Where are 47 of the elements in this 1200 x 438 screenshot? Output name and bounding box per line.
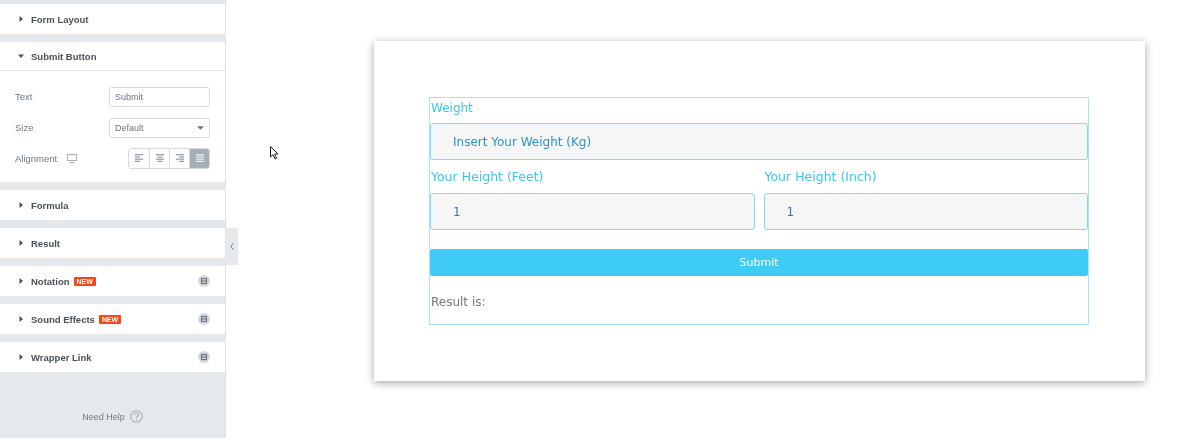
align-icon xyxy=(174,154,185,163)
text-field[interactable]: Submit xyxy=(109,86,210,107)
caret-icon xyxy=(18,16,24,22)
weight-input[interactable]: Insert Your Weight (Kg) xyxy=(430,123,1088,160)
desktop-icon[interactable] xyxy=(67,154,78,163)
field-label: Your Height (Inch) xyxy=(764,168,878,186)
section-header[interactable]: Formula xyxy=(0,190,225,220)
alignment-control[interactable] xyxy=(128,148,210,169)
section-header[interactable]: Result xyxy=(0,228,225,258)
pro-icon xyxy=(198,275,210,287)
section-title: Formula xyxy=(31,199,69,211)
size-select[interactable]: Default xyxy=(109,117,210,138)
result-text: Result is: xyxy=(431,295,487,309)
cursor-icon xyxy=(270,146,279,160)
section-title: Result xyxy=(31,237,61,249)
caret-icon xyxy=(18,316,24,322)
align-icon xyxy=(154,154,165,163)
section-title: Sound Effects xyxy=(31,313,95,325)
section-title: Wrapper Link xyxy=(31,351,92,363)
caret-icon xyxy=(18,53,24,59)
control-label: Alignment xyxy=(15,153,58,164)
section-title: Submit Button xyxy=(31,50,97,62)
collapse-handle[interactable] xyxy=(226,228,238,265)
help-icon[interactable] xyxy=(129,410,143,423)
align-button[interactable] xyxy=(189,149,209,168)
height-input[interactable]: 1 xyxy=(763,193,1088,230)
pro-icon xyxy=(198,313,210,325)
caret-icon xyxy=(18,354,24,360)
align-icon xyxy=(194,154,205,163)
section-header[interactable]: Wrapper Link xyxy=(0,342,225,372)
caret-icon xyxy=(18,202,24,208)
field-label: Weight xyxy=(431,100,474,117)
section-header[interactable]: Submit Button xyxy=(0,42,225,71)
section-title: Form Layout xyxy=(31,13,89,25)
align-icon xyxy=(134,154,144,163)
height-input[interactable]: 1 xyxy=(430,193,755,230)
section-header[interactable]: Form Layout xyxy=(0,4,225,34)
dropdown-icon xyxy=(197,125,204,130)
field-label: Your Height (Feet) xyxy=(431,168,545,186)
caret-icon xyxy=(18,278,24,284)
control-label: Text xyxy=(15,91,34,102)
chevron-left-icon xyxy=(230,243,234,250)
caret-icon xyxy=(18,240,24,246)
control-label: Size xyxy=(15,122,35,133)
section-title: Notation xyxy=(31,275,70,287)
help-link[interactable]: Need Help xyxy=(82,411,125,422)
pro-icon xyxy=(198,351,210,363)
